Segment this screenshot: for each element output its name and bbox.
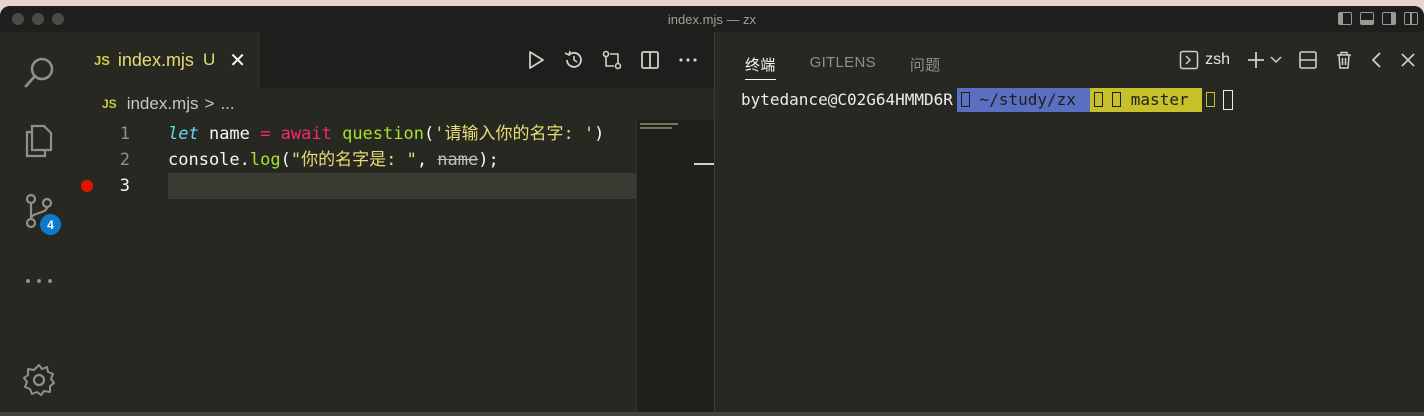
close-icon[interactable]: [1400, 52, 1416, 68]
tab-close-icon[interactable]: ✕: [229, 48, 246, 73]
window-title: index.mjs — zx: [667, 12, 757, 27]
toggle-secondary-sidebar-icon[interactable]: [1382, 12, 1396, 25]
terminal-cursor: [1223, 90, 1234, 110]
line-number: 1: [119, 124, 130, 144]
trash-icon[interactable]: [1334, 50, 1354, 70]
overview-ruler-cursor: [694, 163, 714, 165]
powerline-glyph-icon: [960, 92, 970, 107]
dropdown-chevron-icon[interactable]: [1270, 56, 1282, 64]
terminal-prompt[interactable]: bytedance@C02G64HMMD6R ~/study/zx master: [737, 88, 1234, 112]
toggle-sidebar-icon[interactable]: [1338, 12, 1352, 25]
tab-terminal[interactable]: 终端: [745, 54, 776, 80]
untracked-status: U: [202, 50, 216, 69]
minimap-line: [640, 123, 678, 125]
code-line-current[interactable]: 3: [81, 173, 638, 199]
breakpoint-icon[interactable]: [81, 180, 93, 192]
explorer-icon[interactable]: [18, 120, 60, 162]
prompt-git-branch: master: [1089, 88, 1203, 112]
panel-tabs: 终端 GITLENS 问题: [745, 54, 941, 80]
tab-filename: index.mjs: [117, 49, 194, 70]
breadcrumb-file[interactable]: index.mjs: [127, 94, 199, 114]
toggle-panel-icon[interactable]: [1360, 12, 1374, 25]
source-control-badge: 4: [40, 214, 61, 235]
settings-gear-icon[interactable]: [18, 359, 60, 401]
run-icon[interactable]: [524, 48, 548, 72]
more-actions-icon[interactable]: [676, 48, 700, 72]
shell-name: zsh: [1205, 51, 1230, 68]
tab-index-mjs[interactable]: JS index.mjs U ✕: [78, 32, 260, 88]
compare-icon[interactable]: [600, 48, 624, 72]
terminal-icon: [1179, 50, 1199, 70]
minimap-line: [640, 127, 672, 129]
editor-actions: [524, 48, 700, 72]
layout-controls: [1338, 12, 1418, 25]
code-line[interactable]: 1 let name = await question('请输入你的名字: '): [78, 121, 638, 147]
breadcrumb-symbols[interactable]: ...: [220, 94, 234, 114]
code-line[interactable]: 2 console.log("你的名字是: ", name);: [78, 147, 638, 173]
editor-group: JS index.mjs U ✕ JS index.mjs > ... 1 le…: [78, 32, 714, 416]
editor-tab-bar: JS index.mjs U ✕: [78, 32, 714, 88]
chevron-left-icon[interactable]: [1370, 51, 1384, 69]
panel: 终端 GITLENS 问题 zsh bytedance@C02G64HMMD6R…: [715, 32, 1424, 416]
title-bar: index.mjs — zx: [0, 6, 1424, 32]
code-text: console.log("你的名字是: ", name);: [168, 150, 499, 170]
code-editor[interactable]: 1 let name = await question('请输入你的名字: ')…: [78, 121, 638, 199]
powerline-end-icon: [1202, 88, 1219, 112]
breadcrumb-separator: >: [204, 94, 215, 113]
git-branch-icon: [1112, 92, 1122, 107]
powerline-glyph-icon: [1093, 92, 1103, 107]
split-editor-icon[interactable]: [638, 48, 662, 72]
timeline-icon[interactable]: [562, 48, 586, 72]
status-bar: [0, 412, 1424, 416]
code-text: let name = await question('请输入你的名字: '): [168, 124, 605, 144]
split-terminal-icon[interactable]: [1298, 50, 1318, 70]
panel-actions: zsh: [1179, 50, 1416, 70]
more-icon[interactable]: [18, 260, 60, 302]
prompt-user: bytedance@C02G64HMMD6R: [741, 90, 953, 109]
new-terminal-icon[interactable]: [1246, 50, 1266, 70]
customize-layout-icon[interactable]: [1404, 12, 1418, 25]
search-icon[interactable]: [18, 52, 60, 94]
line-number: 3: [119, 176, 130, 196]
prompt-directory: ~/study/zx: [956, 88, 1090, 112]
line-number: 2: [119, 150, 130, 170]
tab-problems[interactable]: 问题: [910, 54, 941, 80]
terminal-shell-selector[interactable]: zsh: [1179, 50, 1230, 70]
js-file-icon: JS: [94, 52, 110, 68]
breadcrumb: JS index.mjs > ...: [102, 94, 235, 114]
activity-bar: 4: [0, 32, 78, 416]
tab-gitlens[interactable]: GITLENS: [810, 54, 876, 80]
vscode-window: index.mjs — zx 4 JS index.mjs U ✕ JS ind…: [0, 6, 1424, 416]
js-file-icon: JS: [102, 97, 117, 111]
